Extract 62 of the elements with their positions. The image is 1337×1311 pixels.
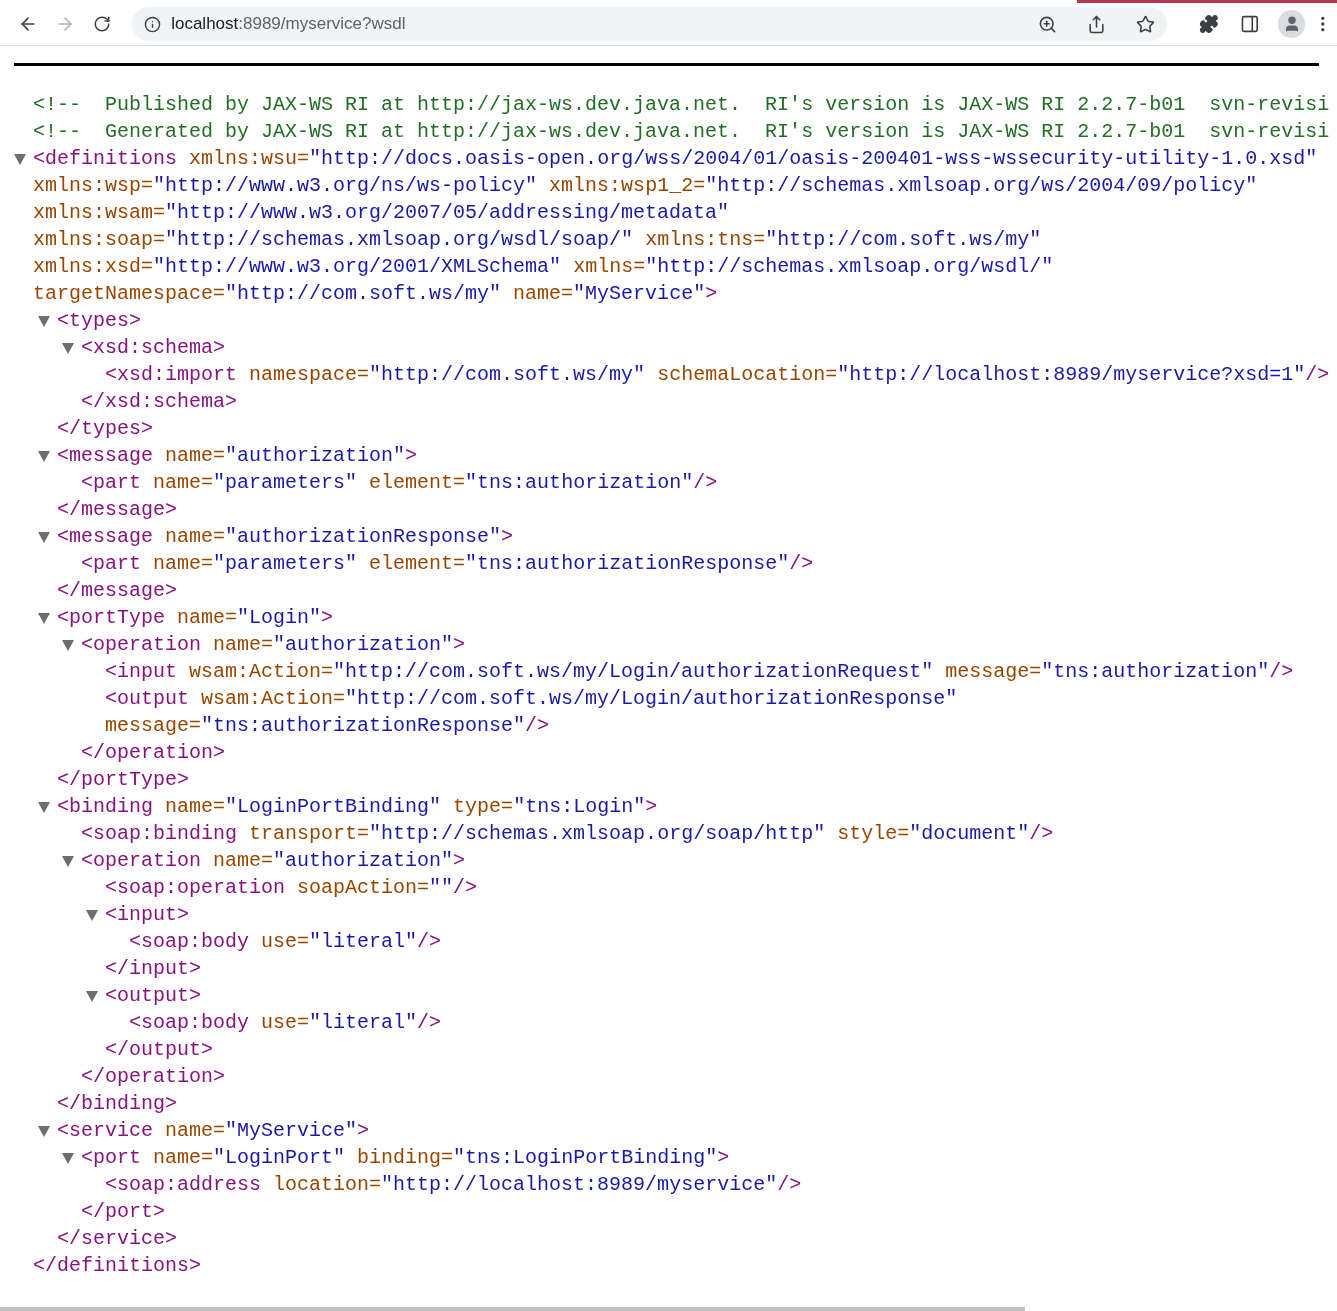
xml-open-tag: <port name="LoginPort" binding="tns:LoginPortBinding"> [81,1144,1333,1171]
profile-avatar[interactable] [1277,10,1306,38]
share-icon[interactable] [1086,14,1106,34]
xml-open-tag: <message name="authorizationResponse"> [57,523,1333,550]
expand-triangle-icon[interactable] [38,802,50,813]
xml-close-tag: </output> [105,1036,214,1063]
xml-open-tag: <part name="parameters" element="tns:authorization"/> [81,469,1333,496]
xml-close-tag: </binding> [57,1090,178,1117]
xml-open-tag: <portType name="Login"> [57,604,1333,631]
expand-triangle-icon[interactable] [86,910,98,921]
xml-close-tag: </xsd:schema> [81,388,238,415]
xml-close-tag: </definitions> [33,1252,202,1279]
expand-triangle-icon[interactable] [38,613,50,624]
xml-close-tag: </types> [57,415,153,442]
xml-close-tag: </message> [57,496,178,523]
info-icon[interactable] [144,15,162,33]
xml-close-tag: </portType> [57,766,190,793]
expand-triangle-icon[interactable] [38,1126,50,1137]
xml-close-tag: </operation> [81,1063,226,1090]
xml-open-tag: <xsd:import namespace="http://com.soft.ws/my" schemaLocation="http://localhost:8989/myservice?xsd=1"/> [105,361,1333,388]
address-bar[interactable]: localhost:8989/myservice?wsdl [132,7,1167,41]
xml-open-tag: <message name="authorization"> [57,442,1333,469]
xml-open-tag: <operation name="authorization"> [81,631,1333,658]
xml-open-tag: <soap:binding transport="http://schemas.xmlsoap.org/soap/http" style="document"/> [81,820,1333,847]
xml-comment: <!-- Published by JAX-WS RI at http://jax-ws.dev.java.net. RI's version is JAX-WS RI 2.2.7-b01 svn-revisi [33,92,1330,118]
xml-open-tag: <output> [105,982,1333,1009]
expand-triangle-icon[interactable] [62,343,74,354]
xml-close-tag: </port> [81,1198,165,1225]
xml-close-tag: </input> [105,955,201,982]
xml-open-tag: <soap:body use="literal"/> [129,928,1333,955]
bookmark-star-icon[interactable] [1135,14,1155,34]
xml-open-tag: <types> [57,307,1333,334]
expand-triangle-icon[interactable] [38,532,50,543]
expand-triangle-icon[interactable] [86,991,98,1002]
xml-open-tag: <service name="MyService"> [57,1117,1333,1144]
expand-triangle-icon[interactable] [62,1153,74,1164]
side-panel-icon[interactable] [1240,14,1260,34]
extensions-icon[interactable] [1198,14,1219,34]
xml-open-tag: <binding name="LoginPortBinding" type="tns:Login"> [57,793,1333,820]
xml-open-tag: <soap:body use="literal"/> [129,1009,1333,1036]
horizontal-scrollbar[interactable] [0,1307,1025,1311]
expand-triangle-icon[interactable] [62,640,74,651]
xml-open-tag: <operation name="authorization"> [81,847,1333,874]
xml-open-tag: <xsd:schema> [81,334,1333,361]
expand-triangle-icon[interactable] [62,856,74,867]
zoom-icon[interactable] [1037,14,1057,34]
xml-open-tag: <soap:operation soapAction=""/> [105,874,1333,901]
xml-open-tag: <input> [105,901,1333,928]
xml-open-tag: <output wsam:Action="http://com.soft.ws/my/Login/authorizationResponse" message="tns:authorizationResponse"/> [105,685,1333,739]
xml-open-tag: <definitions xmlns:wsu="http://docs.oasis-open.org/wss/2004/01/oasis-200401-wss-wssecurity-utility-1.0.xsd" xmlns:wsp="http://www.w3.org/ns/ws-policy" xmlns:wsp1_2="http://schemas.xmlsoap.org/ws/2004/09/policy" xmlns:wsam="http://www.w3.org/2007/05/addressing/metadata" xmlns:soap="http://schemas.xmlsoap.org/wsdl/soap/" xmlns:tns="http://com.soft.ws/my" xmlns:xsd="http://www.w3.org/2001/XMLSchema" xmlns="http://schemas.xmlsoap.org/wsdl/" targetNamespace="http://com.soft.ws/my" name="MyService"> [33,145,1333,307]
xml-close-tag: </service> [57,1225,178,1252]
xml-open-tag: <soap:address location="http://localhost:8989/myservice"/> [105,1171,1333,1198]
xml-open-tag: <input wsam:Action="http://com.soft.ws/my/Login/authorizationRequest" message="tns:authorization"/> [105,658,1333,685]
expand-triangle-icon[interactable] [38,316,50,327]
xml-close-tag: </operation> [81,739,226,766]
xml-open-tag: <part name="parameters" element="tns:authorizationResponse"/> [81,550,1333,577]
expand-triangle-icon[interactable] [14,154,26,165]
xml-close-tag: </message> [57,577,178,604]
url-text: localhost:8989/myservice?wsdl [171,13,406,36]
reload-icon [93,15,112,33]
expand-triangle-icon[interactable] [38,451,50,462]
xml-comment: <!-- Generated by JAX-WS RI at http://jax-ws.dev.java.net. RI's version is JAX-WS RI 2.2.7-b01 svn-revisi [33,119,1330,145]
